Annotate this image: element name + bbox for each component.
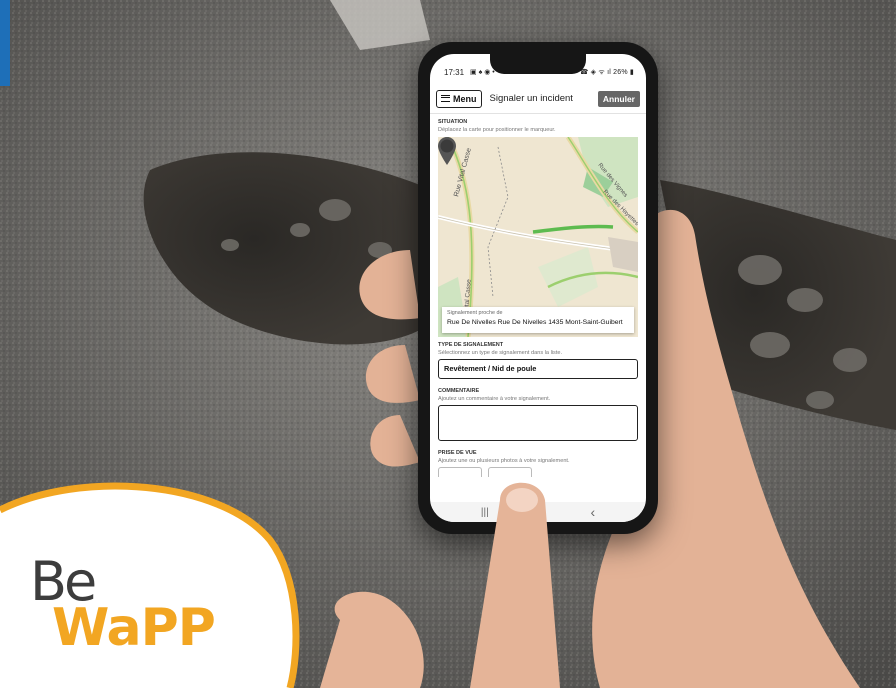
logo-text-wapp: WaPP bbox=[52, 598, 216, 658]
be-wapp-logo: Be WaPP bbox=[0, 480, 300, 688]
